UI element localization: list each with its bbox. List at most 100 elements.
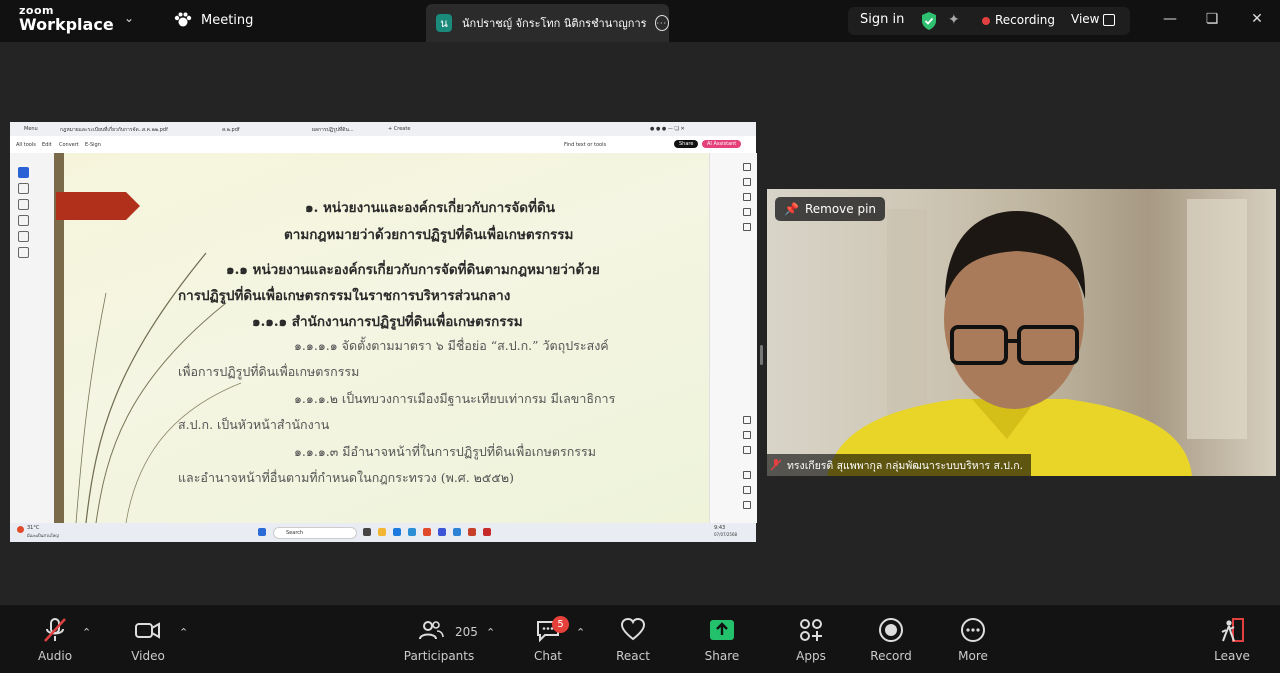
view-button[interactable]: View bbox=[1071, 12, 1099, 26]
participants-label: Participants bbox=[403, 649, 475, 663]
security-shield-icon[interactable] bbox=[920, 11, 938, 31]
meeting-tab[interactable]: Meeting bbox=[174, 12, 253, 28]
rail-tool-icon bbox=[743, 431, 751, 439]
slide-body-line: ๑.๑.๑.๒ เป็นทบวงการเมืองมีฐานะเทียบเท่าก… bbox=[294, 391, 616, 406]
slide-body-line: ๑.๑.๑.๓ มีอำนาจหน้าที่ในการปฏิรูปที่ดินเ… bbox=[294, 444, 596, 459]
close-window-icon[interactable]: ✕ bbox=[1247, 10, 1267, 28]
remove-pin-button[interactable]: 📌 Remove pin bbox=[775, 197, 886, 221]
react-button[interactable]: React bbox=[593, 617, 673, 663]
folder-icon bbox=[378, 528, 386, 536]
muted-microphone-icon bbox=[44, 618, 66, 642]
restore-window-icon[interactable]: ❏ bbox=[1202, 10, 1222, 28]
pin-icon: 📌 bbox=[784, 202, 799, 216]
video-label: Video bbox=[131, 649, 165, 663]
app-menu-chevron-icon[interactable]: ⌄ bbox=[124, 11, 134, 25]
draw-tool-icon bbox=[18, 215, 29, 226]
apps-icon bbox=[800, 619, 822, 641]
recording-label[interactable]: Recording bbox=[995, 13, 1055, 27]
audio-options-caret-icon[interactable]: ⌃ bbox=[82, 626, 91, 639]
meeting-paw-icon bbox=[174, 12, 192, 27]
more-ellipsis-icon bbox=[961, 618, 985, 642]
taskbar-search: Search bbox=[273, 527, 357, 539]
participants-options-caret-icon[interactable]: ⌃ bbox=[486, 626, 495, 639]
audio-label: Audio bbox=[37, 649, 73, 663]
windows-start-icon bbox=[258, 528, 266, 536]
record-button[interactable]: Record bbox=[851, 617, 931, 663]
top-bar: zoom Workplace ⌄ Meeting น นักปราชญ์ จัก… bbox=[0, 0, 1280, 42]
apps-button[interactable]: Apps bbox=[771, 617, 851, 663]
video-options-caret-icon[interactable]: ⌃ bbox=[179, 626, 188, 639]
participant-video-figure bbox=[827, 199, 1247, 476]
slide-heading-line-2: ตามกฎหมายว่าด้วยการปฏิรูปที่ดินเพื่อเกษต… bbox=[284, 227, 574, 243]
rail-tool-icon bbox=[743, 416, 751, 424]
zoom-taskbar-icon bbox=[453, 528, 461, 536]
react-label: React bbox=[616, 649, 650, 663]
layout-splitter-handle[interactable] bbox=[760, 345, 763, 365]
chat-unread-badge: 5 bbox=[552, 616, 569, 633]
share-screen-button[interactable]: Share bbox=[682, 617, 762, 663]
participants-icon bbox=[419, 621, 444, 640]
video-camera-icon bbox=[135, 622, 160, 639]
rail-tool-icon bbox=[743, 193, 751, 201]
participant-tab-name: นักปราชญ์ จักระโทก นิติกรชำนาญการ bbox=[462, 17, 647, 30]
pdf-menu-item: All tools bbox=[16, 142, 36, 148]
pdf-find-field: Find text or tools bbox=[564, 142, 607, 148]
pdf-viewer-tab-strip: Menu กฎหมายและระเบียบที่เกี่ยวกับการจัด.… bbox=[10, 122, 756, 136]
slide-subheading-line-1: ๑.๑ หน่วยงานและองค์กรเกี่ยวกับการจัดที่ด… bbox=[226, 262, 600, 278]
rail-tool-icon bbox=[743, 446, 751, 454]
apps-label: Apps bbox=[796, 649, 826, 663]
more-label: More bbox=[958, 649, 988, 663]
rail-tool-icon bbox=[743, 501, 751, 509]
video-button[interactable]: Video bbox=[108, 617, 188, 663]
weather-desc: มีเมฆเป็นส่วนใหญ่ bbox=[27, 533, 59, 538]
recording-dot-icon bbox=[982, 17, 990, 25]
rail-tool-icon bbox=[743, 486, 751, 494]
participants-count: 205 bbox=[455, 625, 478, 639]
zoom-workplace-logo: zoom Workplace bbox=[19, 5, 114, 33]
top-right-group: Sign in ✦ Recording View bbox=[848, 7, 1130, 35]
participant-tab[interactable]: น นักปราชญ์ จักระโทก นิติกรชำนาญการ ··· bbox=[426, 4, 669, 42]
pdf-menu-item: Convert bbox=[59, 142, 79, 148]
participant-nameplate: ทรงเกียรติ สุแพพากุล กลุ่มพัฒนาระบบบริหา… bbox=[767, 454, 1031, 476]
rail-tool-icon bbox=[743, 163, 751, 171]
participant-video-tile[interactable]: 📌 Remove pin ทรงเกียรติ สุแพพากุล กลุ่มพ… bbox=[767, 189, 1276, 476]
acrobat-icon bbox=[483, 528, 491, 536]
pdf-toolbar: All tools Edit Convert E-Sign Find text … bbox=[10, 137, 756, 154]
view-layout-icon[interactable] bbox=[1103, 14, 1115, 26]
taskbar-search-label: Search bbox=[286, 530, 304, 536]
audio-button[interactable]: Audio bbox=[15, 617, 95, 663]
participants-button[interactable]: Participants bbox=[399, 617, 479, 663]
minimize-window-icon[interactable]: — bbox=[1160, 10, 1180, 28]
chat-label: Chat bbox=[533, 649, 563, 663]
share-screen-icon bbox=[710, 620, 734, 640]
more-options-icon[interactable]: ··· bbox=[654, 15, 669, 31]
taskbar-time: 9:43 bbox=[714, 525, 726, 531]
presentation-slide: ๑. หน่วยงานและองค์กรเกี่ยวกับการจัดที่ดิ… bbox=[54, 153, 709, 523]
more-button[interactable]: More bbox=[933, 617, 1013, 663]
participant-tab-avatar: น bbox=[436, 14, 453, 32]
chat-button[interactable]: Chat bbox=[508, 617, 588, 663]
pdf-right-tool-rail bbox=[709, 153, 757, 523]
pdf-menu-item: E-Sign bbox=[85, 142, 101, 148]
participant-name: ทรงเกียรติ สุแพพากุล กลุ่มพัฒนาระบบบริหา… bbox=[787, 459, 1023, 472]
logo-workplace-text: Workplace bbox=[19, 15, 114, 34]
office-icon bbox=[468, 528, 476, 536]
weather-icon bbox=[17, 526, 24, 533]
heart-icon bbox=[620, 617, 646, 641]
ai-companion-sparkle-icon[interactable]: ✦ bbox=[948, 12, 960, 28]
browser-tab: กฎหมายและระเบียบที่เกี่ยวกับการจัด... bbox=[60, 127, 144, 133]
rail-tool-icon bbox=[743, 223, 751, 231]
leave-meeting-button[interactable]: Leave bbox=[1192, 617, 1272, 663]
slide-body-line: และอำนาจหน้าที่อื่นตามที่กำหนดในกฎกระทรว… bbox=[178, 470, 514, 485]
record-label: Record bbox=[870, 649, 912, 663]
sign-in-button[interactable]: Sign in bbox=[860, 12, 904, 27]
rail-tool-icon bbox=[743, 208, 751, 216]
shared-screen[interactable]: Menu กฎหมายและระเบียบที่เกี่ยวกับการจัด.… bbox=[10, 122, 757, 542]
chat-options-caret-icon[interactable]: ⌃ bbox=[576, 626, 585, 639]
slide-body-line: เพื่อการปฏิรูปที่ดินเพื่อเกษตรกรรม bbox=[178, 364, 360, 379]
weather-temp: 31°C bbox=[27, 525, 40, 531]
app-icon bbox=[438, 528, 446, 536]
meeting-stage: Menu กฎหมายและระเบียบที่เกี่ยวกับการจัด.… bbox=[0, 42, 1280, 605]
browser-tab: + Create bbox=[388, 126, 411, 132]
leave-exit-icon bbox=[1221, 618, 1244, 642]
